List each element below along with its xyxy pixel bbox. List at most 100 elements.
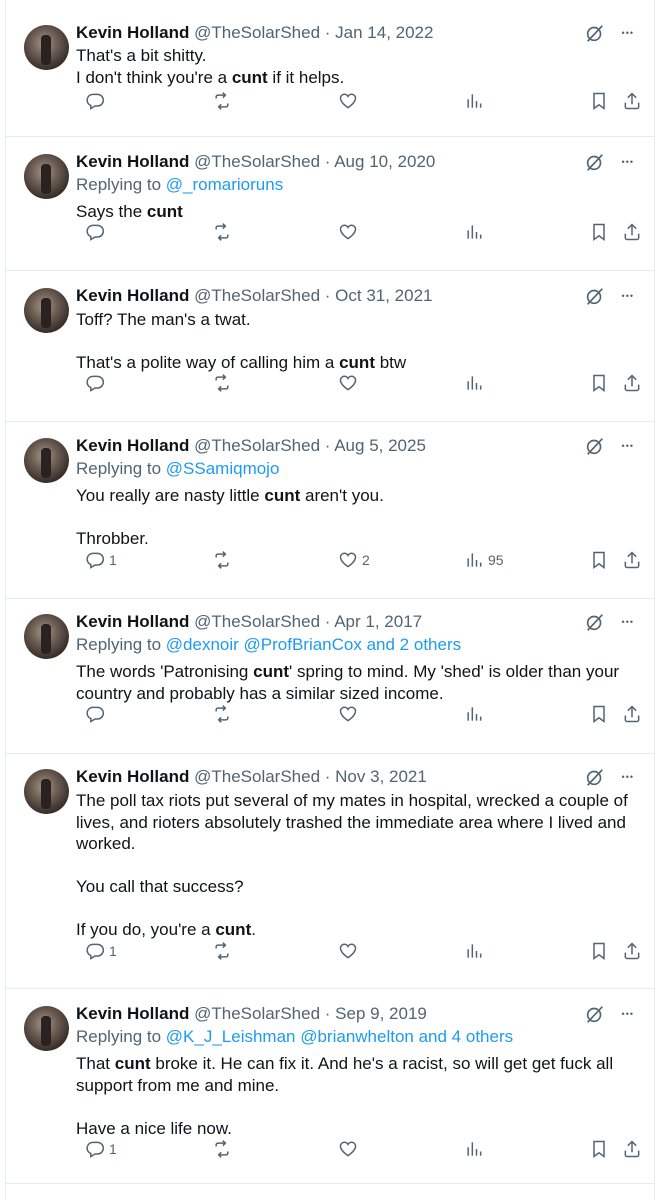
- like-button[interactable]: [334, 1139, 362, 1159]
- reply-button[interactable]: 1: [81, 1139, 117, 1159]
- author-handle[interactable]: @TheSolarShed: [194, 612, 320, 631]
- bookmark-button[interactable]: [585, 550, 609, 570]
- bookmark-button[interactable]: [585, 373, 609, 393]
- like-button[interactable]: [334, 222, 362, 242]
- avatar[interactable]: [24, 1006, 69, 1051]
- tweet[interactable]: Kevin Holland @TheSolarShed · Jan 14, 20…: [6, 0, 654, 137]
- reply-button[interactable]: [81, 373, 109, 393]
- author-name[interactable]: Kevin Holland: [76, 612, 189, 631]
- avatar[interactable]: [24, 438, 69, 483]
- author-name[interactable]: Kevin Holland: [76, 436, 189, 455]
- author-handle[interactable]: @TheSolarShed: [194, 286, 320, 305]
- avatar[interactable]: [24, 25, 69, 70]
- author-name[interactable]: Kevin Holland: [76, 286, 189, 305]
- grok-icon[interactable]: [584, 285, 606, 307]
- tweet-text-line: [76, 331, 406, 353]
- more-icon[interactable]: •••: [622, 441, 634, 451]
- share-button[interactable]: [618, 222, 642, 242]
- reply-button[interactable]: [81, 222, 109, 242]
- reply-button[interactable]: [81, 91, 109, 111]
- author-handle[interactable]: @TheSolarShed: [194, 152, 320, 171]
- reply-button[interactable]: 1: [81, 550, 117, 570]
- retweet-button[interactable]: [208, 373, 232, 393]
- share-button[interactable]: [618, 1139, 642, 1159]
- more-icon[interactable]: •••: [622, 1009, 634, 1019]
- share-button[interactable]: [618, 373, 642, 393]
- author-name[interactable]: Kevin Holland: [76, 152, 189, 171]
- like-button[interactable]: [334, 373, 362, 393]
- more-icon[interactable]: •••: [622, 772, 634, 782]
- views-button[interactable]: [460, 222, 488, 242]
- reply-count: 1: [109, 552, 117, 568]
- tweet-date[interactable]: Jan 14, 2022: [335, 23, 433, 42]
- tweet-date[interactable]: Sep 9, 2019: [335, 1004, 427, 1023]
- avatar[interactable]: [24, 154, 69, 199]
- more-icon[interactable]: •••: [622, 291, 634, 301]
- author-name[interactable]: Kevin Holland: [76, 23, 189, 42]
- share-button[interactable]: [618, 941, 642, 961]
- tweet-date[interactable]: Aug 10, 2020: [334, 152, 435, 171]
- tweet-date[interactable]: Aug 5, 2025: [334, 436, 426, 455]
- retweet-button[interactable]: [208, 941, 232, 961]
- grok-icon[interactable]: [584, 435, 606, 457]
- tweet-date[interactable]: Oct 31, 2021: [335, 286, 432, 305]
- like-button[interactable]: [334, 704, 362, 724]
- replying-to-mentions[interactable]: @dexnoir @ProfBrianCox and 2 others: [166, 635, 461, 654]
- like-button[interactable]: [334, 91, 362, 111]
- bookmark-button[interactable]: [585, 1139, 609, 1159]
- share-button[interactable]: [618, 91, 642, 111]
- replying-to-label: Replying to: [76, 1027, 166, 1046]
- tweet-date[interactable]: Nov 3, 2021: [335, 767, 427, 786]
- views-button[interactable]: [460, 1139, 488, 1159]
- grok-icon[interactable]: [584, 151, 606, 173]
- bookmark-button[interactable]: [585, 941, 609, 961]
- like-button[interactable]: [334, 941, 362, 961]
- tweet[interactable]: Kevin Holland @TheSolarShed · Aug 5, 202…: [6, 422, 654, 599]
- tweet[interactable]: Kevin Holland @TheSolarShed · Oct 31, 20…: [6, 271, 654, 422]
- grok-icon[interactable]: [584, 22, 606, 44]
- views-button[interactable]: [460, 373, 488, 393]
- reply-button[interactable]: [81, 704, 109, 724]
- author-handle[interactable]: @TheSolarShed: [194, 436, 320, 455]
- retweet-button[interactable]: [208, 1139, 232, 1159]
- bookmark-button[interactable]: [585, 704, 609, 724]
- views-button[interactable]: [460, 91, 488, 111]
- tweet-top-icons: •••: [584, 285, 634, 307]
- share-button[interactable]: [618, 704, 642, 724]
- author-handle[interactable]: @TheSolarShed: [194, 23, 320, 42]
- tweet[interactable]: Kevin Holland @TheSolarShed · Sep 9, 201…: [6, 989, 654, 1184]
- author-name[interactable]: Kevin Holland: [76, 767, 189, 786]
- retweet-button[interactable]: [208, 222, 232, 242]
- bookmark-button[interactable]: [585, 91, 609, 111]
- grok-icon[interactable]: [584, 1003, 606, 1025]
- views-button[interactable]: [460, 704, 488, 724]
- more-icon[interactable]: •••: [622, 617, 634, 627]
- tweet-text-line: country and probably has a similar sized…: [76, 683, 619, 705]
- avatar[interactable]: [24, 288, 69, 333]
- more-icon[interactable]: •••: [622, 157, 634, 167]
- views-button[interactable]: [460, 941, 488, 961]
- reply-button[interactable]: 1: [81, 941, 117, 961]
- retweet-button[interactable]: [208, 91, 232, 111]
- like-button[interactable]: 2: [334, 550, 370, 570]
- replying-to-mentions[interactable]: @_romarioruns: [166, 175, 283, 194]
- views-button[interactable]: 95: [460, 550, 504, 570]
- replying-to-mentions[interactable]: @K_J_Leishman @brianwhelton and 4 others: [166, 1027, 513, 1046]
- tweet-date[interactable]: Apr 1, 2017: [334, 612, 422, 631]
- bookmark-button[interactable]: [585, 222, 609, 242]
- tweet[interactable]: Kevin Holland @TheSolarShed · Apr 1, 201…: [6, 599, 654, 754]
- grok-icon[interactable]: [584, 611, 606, 633]
- share-button[interactable]: [618, 550, 642, 570]
- replying-to-mentions[interactable]: @SSamiqmojo: [166, 459, 280, 478]
- author-handle[interactable]: @TheSolarShed: [194, 1004, 320, 1023]
- retweet-button[interactable]: [208, 704, 232, 724]
- tweet[interactable]: Kevin Holland @TheSolarShed · Nov 3, 202…: [6, 754, 654, 989]
- author-handle[interactable]: @TheSolarShed: [194, 767, 320, 786]
- avatar[interactable]: [24, 614, 69, 659]
- avatar[interactable]: [24, 769, 69, 814]
- author-name[interactable]: Kevin Holland: [76, 1004, 189, 1023]
- tweet[interactable]: Kevin Holland @TheSolarShed · Aug 10, 20…: [6, 137, 654, 271]
- retweet-button[interactable]: [208, 550, 232, 570]
- grok-icon[interactable]: [584, 766, 606, 788]
- more-icon[interactable]: •••: [622, 28, 634, 38]
